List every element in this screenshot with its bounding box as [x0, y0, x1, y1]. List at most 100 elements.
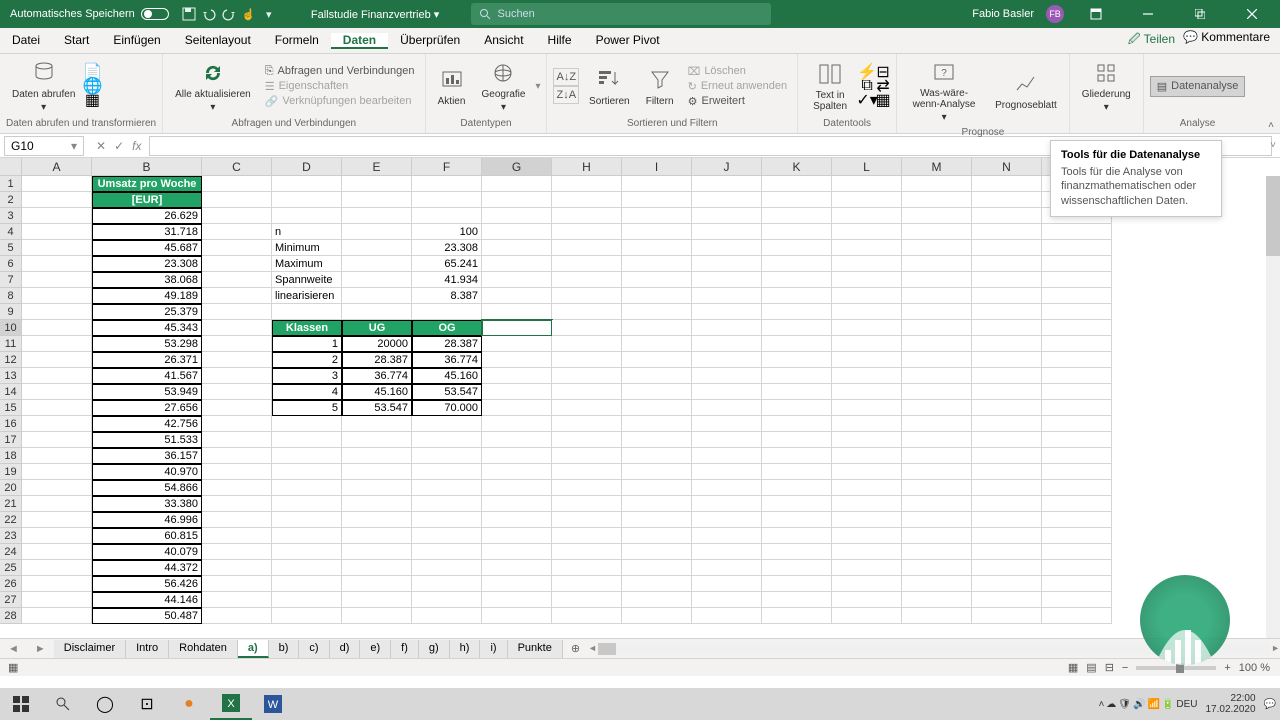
cell[interactable] — [692, 432, 762, 448]
cell[interactable] — [202, 352, 272, 368]
cell[interactable]: 70.000 — [412, 400, 482, 416]
sheet-tab[interactable]: b) — [269, 640, 300, 658]
cell[interactable] — [552, 592, 622, 608]
notifications-icon[interactable]: 💬 — [1264, 699, 1276, 710]
cell[interactable] — [762, 432, 832, 448]
cell[interactable] — [202, 336, 272, 352]
cell[interactable] — [272, 592, 342, 608]
cell[interactable]: 26.629 — [92, 208, 202, 224]
cell[interactable] — [552, 240, 622, 256]
cell[interactable] — [972, 208, 1042, 224]
cell[interactable] — [902, 432, 972, 448]
cell[interactable] — [762, 336, 832, 352]
cell[interactable] — [22, 416, 92, 432]
cell[interactable] — [272, 208, 342, 224]
cell[interactable] — [902, 464, 972, 480]
sort-az-icon[interactable]: A↓Z — [553, 68, 579, 86]
cell[interactable]: 36.774 — [342, 368, 412, 384]
cell[interactable]: 44.146 — [92, 592, 202, 608]
cell[interactable] — [832, 368, 902, 384]
word-taskbar-icon[interactable]: W — [252, 688, 294, 720]
cell[interactable] — [622, 496, 692, 512]
row-header[interactable]: 28 — [0, 608, 22, 624]
cell[interactable] — [762, 368, 832, 384]
cell[interactable] — [482, 464, 552, 480]
cell[interactable] — [1042, 608, 1112, 624]
cell[interactable]: linearisieren — [272, 288, 342, 304]
cell[interactable] — [902, 304, 972, 320]
cell[interactable] — [412, 496, 482, 512]
cell[interactable] — [202, 592, 272, 608]
cell[interactable] — [972, 400, 1042, 416]
language-indicator[interactable]: DEU — [1176, 699, 1197, 710]
cell[interactable] — [972, 560, 1042, 576]
cell[interactable] — [202, 256, 272, 272]
app-icon-1[interactable]: ● — [168, 688, 210, 720]
cell[interactable] — [622, 336, 692, 352]
cell[interactable]: 45.160 — [342, 384, 412, 400]
cell[interactable]: 53.547 — [412, 384, 482, 400]
cell[interactable] — [412, 592, 482, 608]
column-header[interactable]: F — [412, 158, 482, 176]
cell[interactable] — [692, 176, 762, 192]
cell[interactable] — [692, 384, 762, 400]
forecast-sheet-button[interactable]: Prognoseblatt — [989, 68, 1063, 113]
cell[interactable]: 36.774 — [412, 352, 482, 368]
cell[interactable] — [622, 368, 692, 384]
task-view-icon[interactable]: ⊡ — [126, 688, 168, 720]
cell[interactable] — [22, 400, 92, 416]
row-header[interactable]: 8 — [0, 288, 22, 304]
cell[interactable] — [22, 560, 92, 576]
row-header[interactable]: 16 — [0, 416, 22, 432]
cell[interactable] — [342, 560, 412, 576]
cell[interactable] — [552, 400, 622, 416]
row-header[interactable]: 4 — [0, 224, 22, 240]
cell[interactable] — [622, 528, 692, 544]
tab-ansicht[interactable]: Ansicht — [472, 33, 535, 47]
cell[interactable] — [692, 368, 762, 384]
cell[interactable]: 28.387 — [412, 336, 482, 352]
cell[interactable]: 33.380 — [92, 496, 202, 512]
cell[interactable] — [622, 400, 692, 416]
cell[interactable] — [1042, 256, 1112, 272]
row-header[interactable]: 10 — [0, 320, 22, 336]
column-header[interactable]: M — [902, 158, 972, 176]
cell[interactable] — [762, 576, 832, 592]
cell[interactable] — [552, 480, 622, 496]
cell[interactable] — [902, 528, 972, 544]
cell[interactable] — [762, 176, 832, 192]
sheet-tab[interactable]: c) — [299, 640, 329, 658]
tab-power pivot[interactable]: Power Pivot — [584, 33, 672, 47]
refresh-all-button[interactable]: Alle aktualisieren▾ — [169, 57, 257, 115]
qat-dropdown-icon[interactable]: ▾ — [259, 4, 279, 24]
cell[interactable] — [972, 416, 1042, 432]
cell[interactable] — [22, 208, 92, 224]
cell[interactable] — [412, 208, 482, 224]
cell[interactable] — [972, 304, 1042, 320]
cell[interactable] — [622, 256, 692, 272]
edit-links-button[interactable]: 🔗Verknüpfungen bearbeiten — [261, 94, 419, 109]
cell[interactable] — [972, 544, 1042, 560]
row-header[interactable]: 7 — [0, 272, 22, 288]
cell[interactable] — [22, 304, 92, 320]
cell[interactable] — [762, 416, 832, 432]
cell[interactable] — [832, 304, 902, 320]
row-header[interactable]: 6 — [0, 256, 22, 272]
cell[interactable] — [832, 432, 902, 448]
cell[interactable] — [902, 448, 972, 464]
cell[interactable] — [972, 224, 1042, 240]
cell[interactable] — [552, 256, 622, 272]
cell[interactable] — [692, 240, 762, 256]
row-header[interactable]: 27 — [0, 592, 22, 608]
cell[interactable] — [202, 176, 272, 192]
cell[interactable] — [902, 592, 972, 608]
cell[interactable] — [202, 496, 272, 512]
cell[interactable] — [342, 272, 412, 288]
cell[interactable] — [552, 224, 622, 240]
cell[interactable] — [482, 176, 552, 192]
cell[interactable] — [482, 336, 552, 352]
cell[interactable] — [832, 352, 902, 368]
cell[interactable] — [412, 576, 482, 592]
row-header[interactable]: 17 — [0, 432, 22, 448]
cell[interactable] — [762, 544, 832, 560]
